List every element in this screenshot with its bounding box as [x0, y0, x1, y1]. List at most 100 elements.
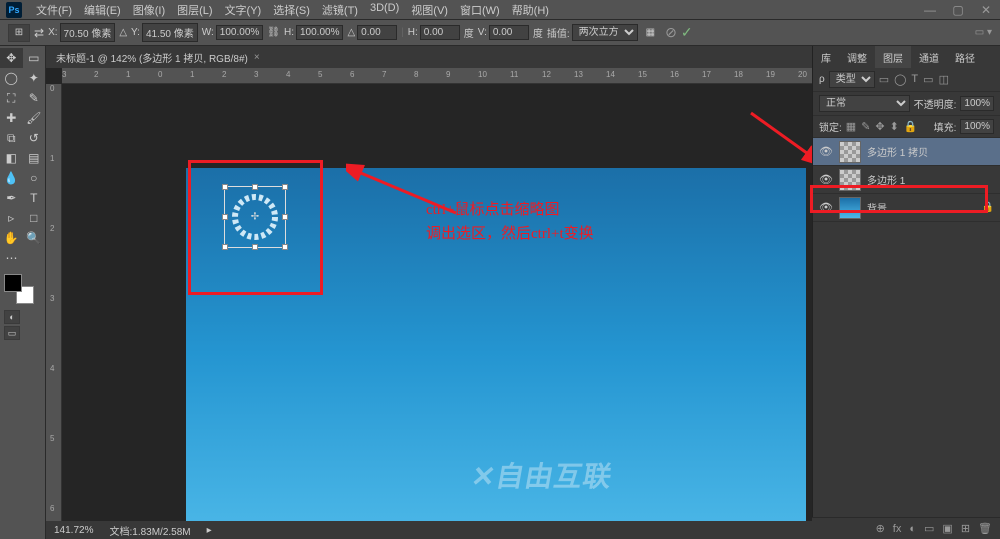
opacity-label: 不透明度:	[914, 96, 957, 111]
cancel-transform-icon[interactable]: ⊘	[665, 24, 677, 41]
screenmode-icon[interactable]: ▭	[4, 326, 20, 340]
blend-mode-select[interactable]: 正常	[819, 95, 910, 112]
layer-thumbnail[interactable]	[839, 141, 861, 163]
x-value[interactable]: 70.50 像素	[60, 23, 116, 42]
lock-option-icon[interactable]: ✥	[875, 120, 884, 133]
angle-icon: △	[347, 27, 355, 38]
menu-item[interactable]: 编辑(E)	[78, 0, 127, 20]
skewh-label: H:	[408, 27, 418, 38]
edit-toolbar[interactable]: ⋯	[0, 248, 23, 268]
menu-item[interactable]: 选择(S)	[267, 0, 316, 20]
panel-tab[interactable]: 通道	[911, 46, 947, 68]
quickmask-icon[interactable]: ◐	[4, 310, 20, 324]
filter-icon[interactable]: ◫	[939, 73, 949, 86]
angle-value[interactable]: 0.00	[357, 25, 397, 40]
layers-footer-icon[interactable]: ⊞	[961, 522, 970, 535]
menubar: Ps 文件(F)编辑(E)图像(I)图层(L)文字(Y)选择(S)滤镜(T)3D…	[0, 0, 1000, 20]
filter-icon[interactable]: ▭	[923, 73, 933, 86]
warp-icon[interactable]: ▦	[646, 27, 655, 38]
lasso-tool[interactable]: ◯	[0, 68, 23, 88]
menu-item[interactable]: 文件(F)	[30, 0, 78, 20]
history-brush-tool[interactable]: ↺	[23, 128, 46, 148]
lock-option-icon[interactable]: 🔒	[904, 120, 918, 133]
close-button[interactable]: ✕	[972, 3, 1000, 17]
menu-item[interactable]: 窗口(W)	[454, 0, 506, 20]
layers-footer-icon[interactable]: ◐	[909, 523, 916, 535]
maximize-button[interactable]: ▢	[944, 3, 972, 17]
workspace-switcher-icon[interactable]: ▭ ▾	[975, 27, 992, 38]
document-tab[interactable]: 未标题-1 @ 142% (多边形 1 拷贝, RGB/8#) ×	[46, 46, 812, 68]
layer-name[interactable]: 多边形 1 拷贝	[867, 144, 928, 159]
commit-transform-icon[interactable]: ✓	[681, 24, 693, 41]
skewh-value[interactable]: 0.00	[420, 25, 460, 40]
doc-info[interactable]: 文档:1.83M/2.58M	[109, 523, 190, 538]
visibility-icon[interactable]: 👁	[819, 145, 833, 158]
dodge-tool[interactable]: ○	[23, 168, 46, 188]
panel-tab[interactable]: 路径	[947, 46, 983, 68]
swap-xy-icon[interactable]: ⇄	[34, 26, 44, 40]
panel-tab[interactable]: 调整	[839, 46, 875, 68]
workspace: 未标题-1 @ 142% (多边形 1 拷贝, RGB/8#) × 321012…	[46, 46, 812, 539]
layers-footer-icon[interactable]: ⊕	[876, 522, 885, 535]
layers-footer-icon[interactable]: fx	[893, 523, 902, 535]
layers-footer-icon[interactable]: 🗑	[978, 522, 992, 535]
path-select-tool[interactable]: ▹	[0, 208, 23, 228]
brush-tool[interactable]: 🖌	[23, 108, 46, 128]
artboard-tool[interactable]: ▭	[23, 48, 46, 68]
menu-item[interactable]: 3D(D)	[364, 0, 405, 20]
healing-brush-tool[interactable]: ✚	[0, 108, 23, 128]
w-value[interactable]: 100.00%	[216, 25, 263, 40]
hand-tool[interactable]: ✋	[0, 228, 23, 248]
link-dimensions-icon[interactable]: △	[119, 27, 127, 38]
skewv-value[interactable]: 0.00	[489, 25, 529, 40]
menu-item[interactable]: 图像(I)	[127, 0, 171, 20]
interp-select[interactable]: 两次立方	[572, 24, 638, 41]
layers-footer-icon[interactable]: ▣	[942, 522, 952, 535]
menu-item[interactable]: 帮助(H)	[506, 0, 555, 20]
fill-value[interactable]: 100%	[960, 119, 994, 134]
eyedropper-tool[interactable]: ✎	[23, 88, 46, 108]
close-tab-icon[interactable]: ×	[254, 52, 260, 63]
color-swatch[interactable]	[4, 274, 34, 304]
transform-ref-icon[interactable]: ⊞	[8, 24, 30, 42]
minimize-button[interactable]: —	[916, 3, 944, 17]
stamp-tool[interactable]: ⧉	[0, 128, 23, 148]
opacity-value[interactable]: 100%	[960, 96, 994, 111]
layers-footer-icon[interactable]: ▭	[924, 522, 934, 535]
ruler-vertical: 0123456	[46, 84, 62, 521]
filter-icon[interactable]: ▭	[879, 73, 889, 86]
lock-option-icon[interactable]: ▦	[846, 120, 856, 133]
filter-kind-select[interactable]: 类型	[829, 71, 875, 88]
filter-icon[interactable]: T	[911, 73, 918, 86]
menu-item[interactable]: 视图(V)	[405, 0, 454, 20]
canvas-area[interactable]: 32101234567891011121314151617181920 0123…	[46, 68, 812, 521]
pen-tool[interactable]: ✒	[0, 188, 23, 208]
menu-item[interactable]: 滤镜(T)	[316, 0, 364, 20]
crop-tool[interactable]: ⛶	[0, 88, 23, 108]
type-tool[interactable]: T	[23, 188, 46, 208]
deg-label-1: 度	[464, 25, 474, 40]
panels-sidebar: 库调整图层通道路径 ρ 类型 ▭◯T▭◫ 正常 不透明度: 100% 锁定: ▦…	[812, 46, 1000, 539]
y-value[interactable]: 41.50 像素	[142, 23, 198, 42]
skewv-label: V:	[478, 27, 487, 38]
doc-info-chevron-icon[interactable]: ▸	[207, 525, 212, 536]
blur-tool[interactable]: 💧	[0, 168, 23, 188]
gradient-tool[interactable]: ▤	[23, 148, 46, 168]
panel-tab[interactable]: 库	[813, 46, 839, 68]
layer-row[interactable]: 👁 多边形 1 拷贝	[813, 138, 1000, 166]
quick-select-tool[interactable]: ✦	[23, 68, 46, 88]
h-value[interactable]: 100.00%	[296, 25, 343, 40]
zoom-tool[interactable]: 🔍	[23, 228, 46, 248]
zoom-level[interactable]: 141.72%	[54, 525, 93, 536]
menu-item[interactable]: 图层(L)	[171, 0, 218, 20]
search-icon[interactable]: ρ	[819, 74, 825, 85]
move-tool[interactable]: ✥	[0, 48, 23, 68]
eraser-tool[interactable]: ◧	[0, 148, 23, 168]
link-wh-icon[interactable]: ⛓	[267, 27, 280, 38]
shape-tool[interactable]: □	[23, 208, 46, 228]
panel-tab[interactable]: 图层	[875, 46, 911, 68]
lock-option-icon[interactable]: ⬍	[890, 120, 899, 133]
lock-option-icon[interactable]: ✎	[861, 120, 870, 133]
filter-icon[interactable]: ◯	[894, 73, 906, 86]
menu-item[interactable]: 文字(Y)	[219, 0, 268, 20]
